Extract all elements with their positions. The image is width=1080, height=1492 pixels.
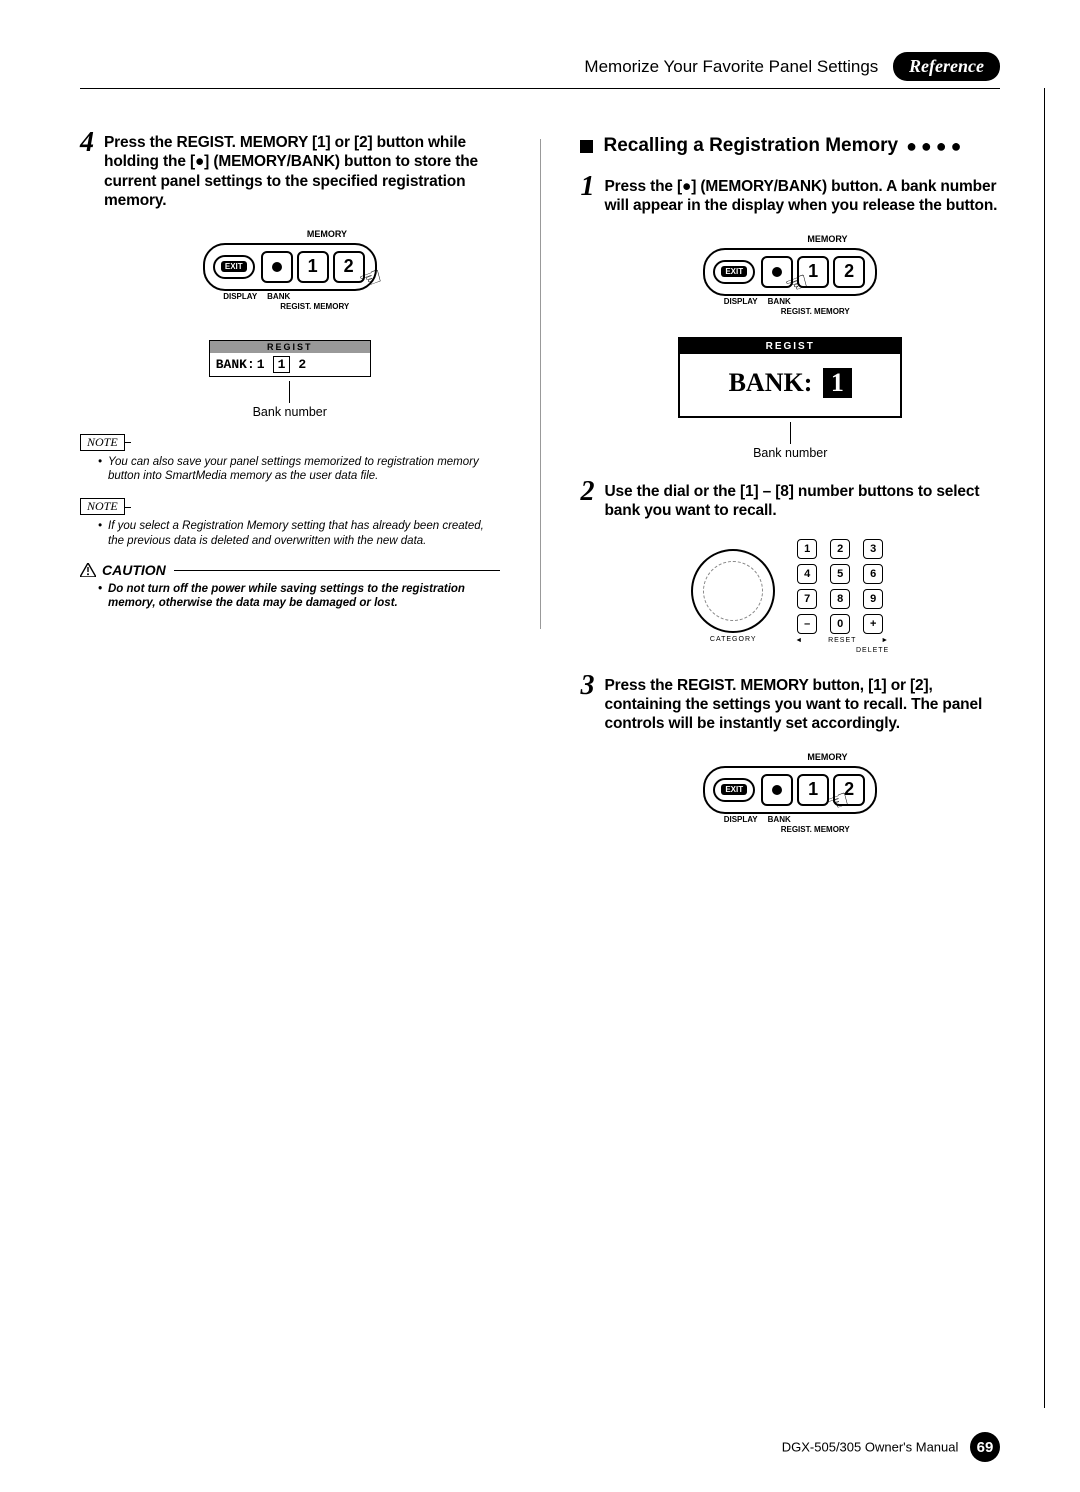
- key-6: 6: [863, 564, 883, 584]
- step-2-number: 2: [580, 476, 594, 508]
- trailing-dots-icon: ●●●●: [906, 136, 966, 157]
- lcd-big-bank-value: 1: [823, 368, 852, 398]
- step-3-text: Press the REGIST. MEMORY button, [1] or …: [604, 676, 1000, 734]
- key-3: 3: [863, 539, 883, 559]
- right-column: Recalling a Registration Memory ●●●● 1 P…: [580, 133, 1000, 851]
- reference-badge: Reference: [893, 52, 1000, 81]
- leader-line: [289, 381, 290, 403]
- label-display-r3: DISPLAY: [724, 816, 758, 824]
- data-dial: [691, 549, 775, 633]
- label-regist-memory-r1: REGIST. MEMORY: [753, 308, 877, 316]
- lcd-bank-label: BANK:: [216, 357, 255, 372]
- key-2: 2: [830, 539, 850, 559]
- note-1-text: You can also save your panel settings me…: [98, 455, 500, 484]
- exit-button: EXIT: [213, 255, 255, 279]
- label-display-r1: DISPLAY: [724, 298, 758, 306]
- step-4-number: 4: [80, 127, 94, 159]
- memory-bank-dot-button: [261, 251, 293, 283]
- step-1-text: Press the [●] (MEMORY/BANK) button. A ba…: [604, 177, 1000, 216]
- label-reset: RESET: [828, 637, 856, 644]
- caption-bank-number: Bank number: [80, 405, 500, 419]
- recall-heading-text: Recalling a Registration Memory: [603, 135, 898, 157]
- label-regist-memory: REGIST. MEMORY: [253, 303, 377, 311]
- lcd-bank-value: 1: [257, 357, 265, 372]
- section-title: Memorize Your Favorite Panel Settings: [584, 57, 878, 76]
- note-2-label: NOTE: [80, 498, 125, 515]
- footer: DGX-505/305 Owner's Manual 69: [782, 1432, 1000, 1462]
- lcd-slot-2: 2: [298, 357, 306, 372]
- label-regist-memory-r3: REGIST. MEMORY: [753, 826, 877, 834]
- label-display: DISPLAY: [223, 293, 257, 301]
- lcd-big-bank-label: BANK:: [729, 368, 813, 397]
- memory-bank-dot-button-r3: [761, 774, 793, 806]
- lcd-small: REGIST BANK:1 1 2 Bank number: [80, 340, 500, 419]
- key-0: 0: [830, 614, 850, 634]
- lcd-big-header: REGIST: [680, 339, 900, 354]
- key-4: 4: [797, 564, 817, 584]
- column-separator: [540, 139, 541, 629]
- regist-mem-2-button-r1: 2: [833, 256, 865, 288]
- header-rule: [80, 88, 1000, 89]
- regist-mem-1-button: 1: [297, 251, 329, 283]
- caption-bank-number-r: Bank number: [580, 446, 1000, 460]
- label-memory: MEMORY: [307, 229, 347, 239]
- exit-button-r3: EXIT: [713, 778, 755, 802]
- dial-keypad-diagram: CATEGORY 1 2 3 4 5 6 7 8 9: [580, 539, 1000, 654]
- key-8: 8: [830, 589, 850, 609]
- key-5: 5: [830, 564, 850, 584]
- key-minus: –: [797, 614, 817, 634]
- warning-triangle-icon: [80, 562, 96, 578]
- label-bank: BANK: [267, 293, 290, 301]
- label-memory-r1: MEMORY: [807, 234, 847, 244]
- panel-diagram-step3: MEMORY EXIT 1 2 DISPLAY BANK REGIST. MEM…: [580, 752, 1000, 837]
- button-group-oval: EXIT 1 2: [203, 243, 377, 291]
- page-number-badge: 69: [970, 1432, 1000, 1462]
- exit-button-r1: EXIT: [713, 260, 755, 284]
- panel-diagram-step4: MEMORY EXIT 1 2 DISPLAY BANK REGIST. MEM…: [80, 229, 500, 314]
- step-3-number: 3: [580, 670, 594, 702]
- caution-header: CAUTION: [80, 562, 500, 578]
- step-4-text: Press the REGIST. MEMORY [1] or [2] butt…: [104, 133, 500, 211]
- note-2-text: If you select a Registration Memory sett…: [98, 519, 500, 548]
- caution-text: Do not turn off the power while saving s…: [98, 582, 500, 611]
- label-memory-r3: MEMORY: [807, 752, 847, 762]
- step-2-text: Use the dial or the [1] – [8] number but…: [604, 482, 1000, 521]
- footer-manual-text: DGX-505/305 Owner's Manual: [782, 1440, 959, 1455]
- header-right: Memorize Your Favorite Panel Settings Re…: [584, 52, 1000, 81]
- note-2: NOTE If you select a Registration Memory…: [80, 497, 500, 548]
- recall-heading: Recalling a Registration Memory ●●●●: [580, 135, 1000, 157]
- note-1-label: NOTE: [80, 434, 125, 451]
- step-1-number: 1: [580, 171, 594, 203]
- lcd-header: REGIST: [210, 341, 370, 353]
- key-1: 1: [797, 539, 817, 559]
- panel-diagram-step1: MEMORY EXIT 1 2 DISPLAY BANK REGIST. MEM…: [580, 234, 1000, 319]
- lcd-slot-1: 1: [273, 356, 291, 373]
- key-plus: +: [863, 614, 883, 634]
- lcd-large: REGIST BANK: 1 Bank number: [580, 337, 1000, 460]
- square-bullet-icon: [580, 140, 593, 153]
- label-bank-r1: BANK: [768, 298, 791, 306]
- caution-label: CAUTION: [102, 562, 166, 578]
- label-category: CATEGORY: [691, 636, 775, 643]
- right-margin-rule: [1044, 88, 1045, 1408]
- note-1: NOTE You can also save your panel settin…: [80, 433, 500, 484]
- left-column: 4 Press the REGIST. MEMORY [1] or [2] bu…: [80, 133, 500, 851]
- label-bank-r3: BANK: [768, 816, 791, 824]
- key-9: 9: [863, 589, 883, 609]
- key-7: 7: [797, 589, 817, 609]
- leader-line-r: [790, 422, 791, 444]
- label-delete: DELETE: [775, 647, 889, 654]
- number-keypad: 1 2 3 4 5 6 7 8 9 – 0 +: [795, 539, 889, 634]
- hand-pointer-icon: ☜: [355, 259, 388, 296]
